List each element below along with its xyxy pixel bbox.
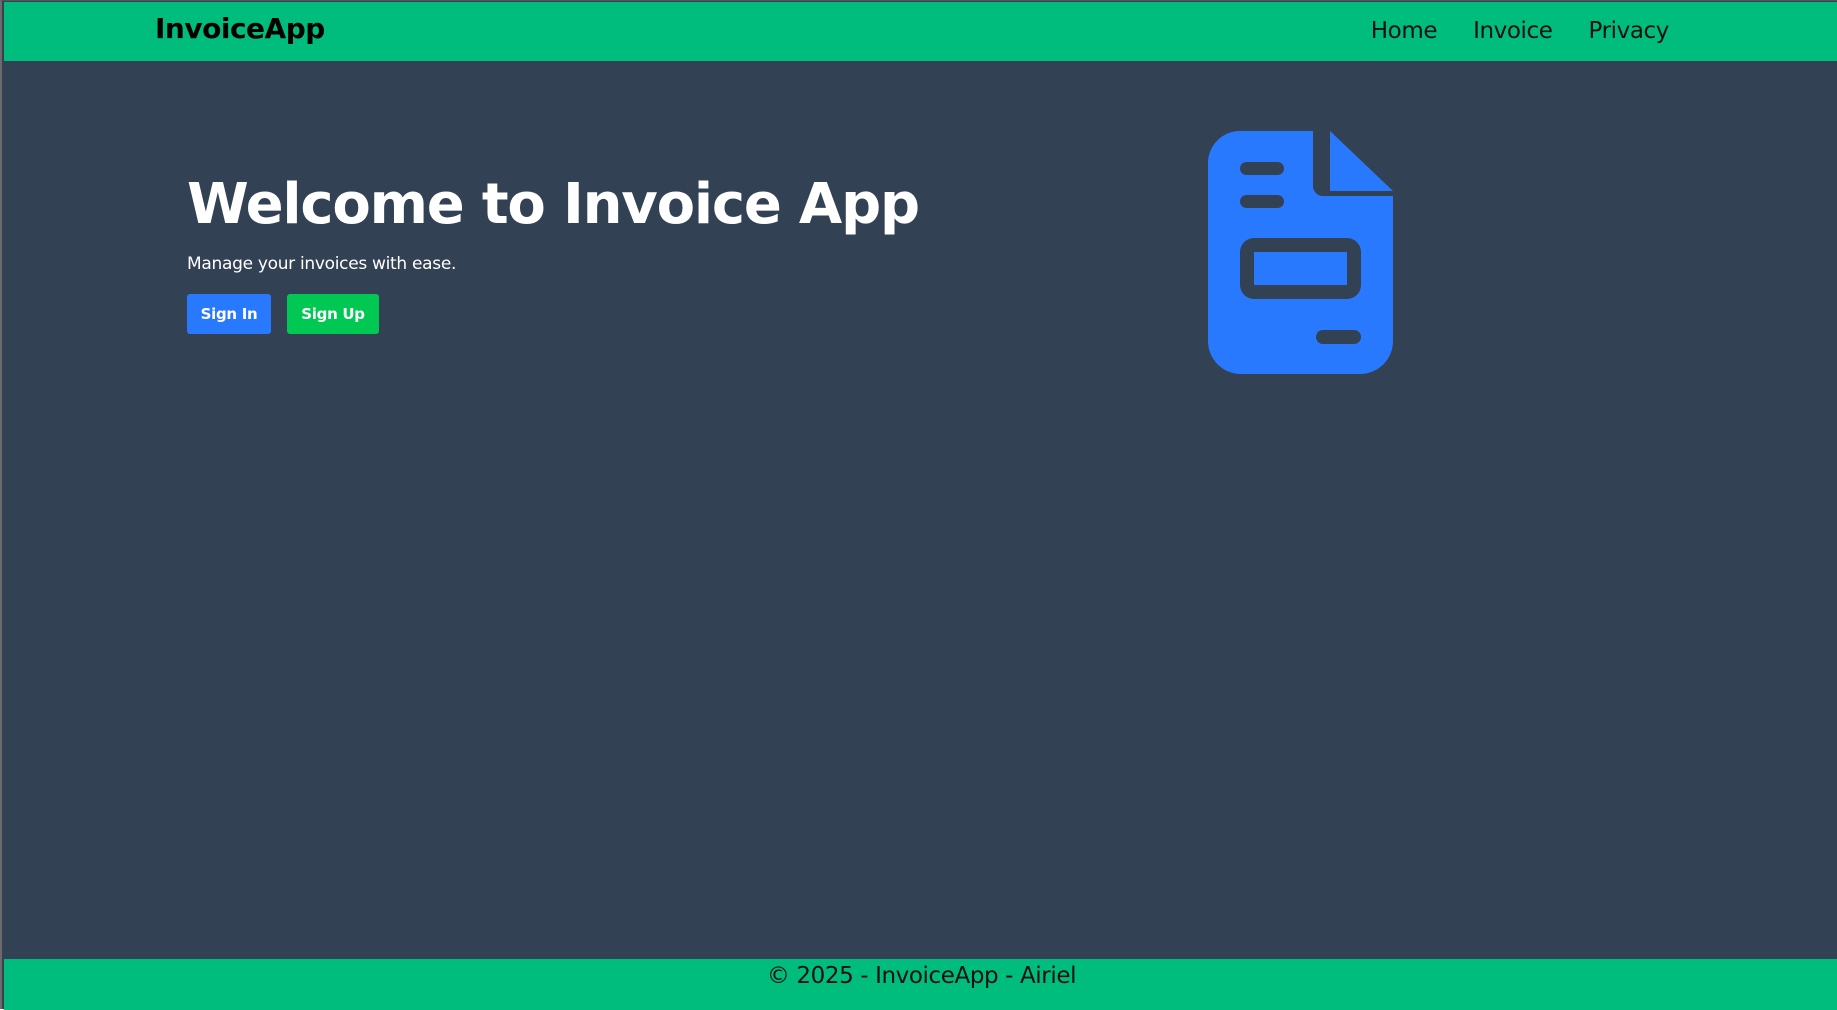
nav-link-invoice[interactable]: Invoice	[1473, 18, 1553, 44]
invoice-document-icon	[1208, 131, 1393, 374]
hero-title: Welcome to Invoice App	[187, 172, 920, 237]
browser-viewport: InvoiceApp Home Invoice Privacy Welcome …	[0, 0, 1837, 1010]
hero-subtitle: Manage your invoices with ease.	[187, 254, 457, 274]
nav-link-home[interactable]: Home	[1371, 18, 1438, 44]
top-navbar: InvoiceApp Home Invoice Privacy	[4, 2, 1837, 61]
footer-copyright: © 2025 - InvoiceApp - Airiel	[766, 963, 1077, 989]
main-content: Welcome to Invoice App Manage your invoi…	[4, 61, 1837, 959]
brand-logo-link[interactable]: InvoiceApp	[155, 12, 325, 45]
nav-links: Home Invoice Privacy	[1371, 18, 1670, 44]
sign-up-button[interactable]: Sign Up	[287, 294, 379, 334]
nav-link-privacy[interactable]: Privacy	[1589, 18, 1670, 44]
sign-in-button[interactable]: Sign In	[187, 294, 271, 334]
page-footer: © 2025 - InvoiceApp - Airiel	[4, 959, 1837, 1010]
